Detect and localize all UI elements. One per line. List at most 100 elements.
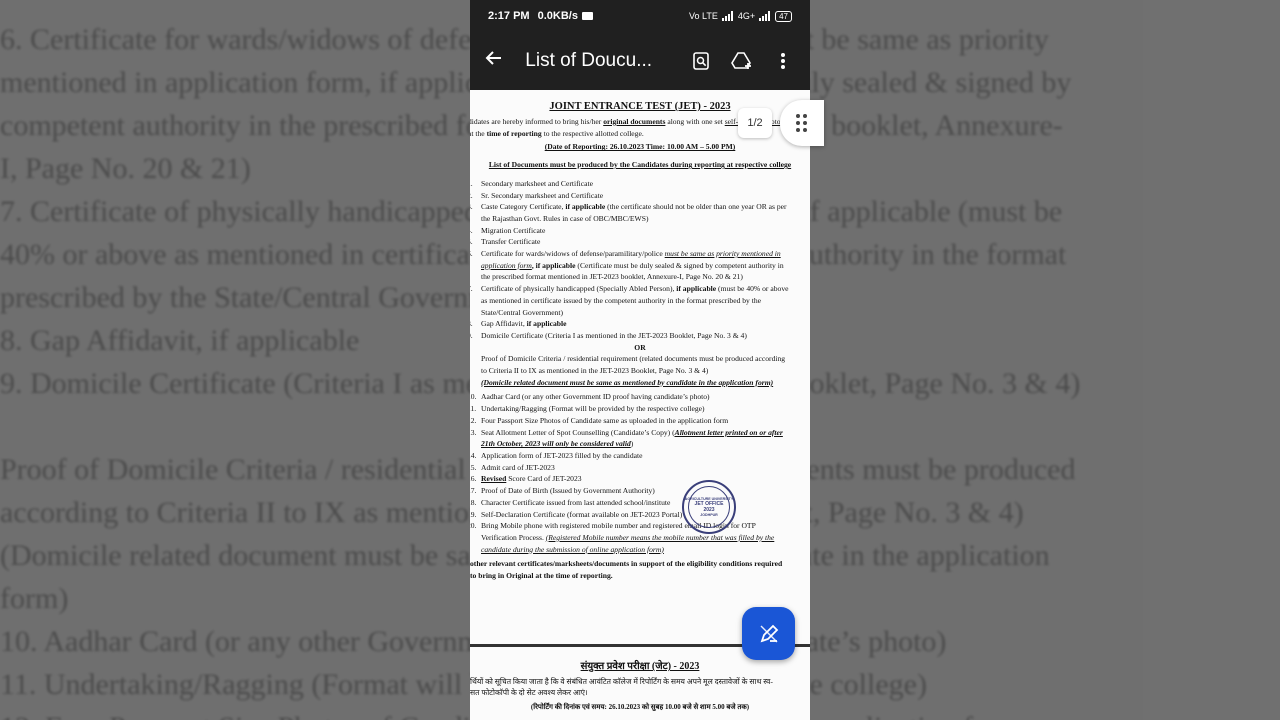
- list-item-text: Undertaking/Ragging (Format will be prov…: [481, 404, 705, 414]
- list-item-bold: , if applicable: [531, 260, 576, 270]
- edit-annotate-button[interactable]: [742, 607, 795, 660]
- list-item-text: Transfer Certificate: [481, 237, 541, 247]
- list-item-number: 8.: [470, 319, 473, 329]
- list-item: 9. Domicile Certificate (Criteria I as me…: [470, 330, 790, 342]
- list-item-number: 13.: [470, 427, 477, 437]
- video-record-icon: [581, 12, 593, 20]
- intro-original-documents: original documents: [603, 117, 666, 126]
- document-list-part-2: 10. Aadhar Card (or any other Government …: [470, 391, 810, 555]
- status-bar: 2:17 PM 0.0KB/s Vo LTE 4G+ 47: [470, 0, 810, 32]
- list-item-pre: Seat Allotment Letter of Spot Counsellin…: [481, 427, 675, 437]
- intro-time-of-reporting: time of reporting: [486, 128, 542, 138]
- list-item-text: Admit card of JET-2023: [481, 462, 555, 472]
- list-item: 15. Admit card of JET-2023: [470, 462, 790, 474]
- signal-icon: [721, 11, 734, 21]
- list-item-text: Four Passport Size Photos of Candidate s…: [481, 415, 729, 425]
- list-item: 3. Caste Category Certificate, if applica…: [470, 201, 790, 224]
- list-item-number: 19.: [470, 509, 477, 519]
- list-item-text: Proof of Date of Birth (Issued by Govern…: [481, 486, 655, 496]
- list-item-number: 6.: [470, 249, 473, 259]
- list-item-text: Character Certificate issued from last a…: [481, 497, 671, 507]
- list-item-text: Sr. Secondary marksheet and Certificate: [481, 190, 604, 200]
- hindi-heading: संयुक्त प्रवेश परीक्षा (जेट) - 2023: [580, 661, 700, 672]
- domicile-proof-text: Proof of Domicile Criteria / residential…: [481, 354, 786, 376]
- list-item-text: Application form of JET-2023 filled by t…: [481, 450, 643, 460]
- hindi-line-2: सत फोटोकॉपी के दो सेट अवश्य लेकर आएं।: [470, 688, 588, 697]
- list-item-number: 1.: [470, 178, 473, 188]
- list-item: 11. Undertaking/Ragging (Format will be p…: [470, 403, 790, 415]
- list-item-post: ): [630, 439, 634, 449]
- list-item-u: Revised: [481, 474, 507, 484]
- intro-text-4: to the respective allotted college.: [543, 128, 644, 138]
- list-item-number: 17.: [470, 486, 477, 496]
- reporting-date: (Date of Reporting: 26.10.2023 Time: 10.…: [544, 142, 736, 152]
- list-item-text: Domicile Certificate (Criteria I as ment…: [481, 330, 747, 340]
- list-item-bold: if applicable: [674, 284, 717, 294]
- list-item-text: Self-Declaration Certificate (format ava…: [481, 509, 683, 519]
- list-item-number: 15.: [470, 462, 477, 472]
- list-item-text: Migration Certificate: [481, 225, 546, 235]
- list-item-pre: Gap Affidavit,: [481, 319, 525, 329]
- university-stamp: AGRICULTURE UNIVERSITY JET OFFICE 2023 J…: [682, 480, 736, 534]
- network-speed: 0.0KB/s: [537, 10, 578, 22]
- hindi-line-1: र्थियों को सूचित किया जाता है कि वे संबं…: [470, 677, 773, 686]
- more-options-icon[interactable]: [771, 48, 796, 74]
- list-item-number: 4.: [470, 225, 473, 235]
- list-item: 4. Migration Certificate: [470, 225, 790, 237]
- intro-text-2: along with one set: [667, 117, 723, 126]
- document-list-part-1: 1. Secondary marksheet and Certificate 2. S…: [470, 178, 810, 342]
- page-grid-button[interactable]: [780, 100, 824, 146]
- volte-icon: Vo LTE: [688, 11, 718, 21]
- search-in-document-icon[interactable]: [688, 48, 713, 74]
- list-item: 17. Proof of Date of Birth (Issued by Gov…: [470, 485, 790, 497]
- pen-edit-icon: [760, 624, 778, 642]
- list-item: 1. Secondary marksheet and Certificate: [470, 178, 790, 190]
- list-item-number: 7.: [470, 284, 473, 294]
- grid-dots-icon: [796, 114, 807, 132]
- domicile-proof-block: Proof of Domicile Criteria / residential…: [470, 353, 810, 388]
- list-item-number: 14.: [470, 450, 477, 460]
- list-item-pre: Certificate for wards/widows of defense/…: [481, 249, 665, 259]
- app-toolbar: List of Doucu...: [470, 32, 810, 90]
- list-item-number: 12.: [470, 415, 477, 425]
- list-item: 14. Application form of JET-2023 filled b…: [470, 450, 790, 462]
- list-item: Proof of Domicile Criteria / residential…: [470, 353, 790, 376]
- status-icons: Vo LTE 4G+ 47: [688, 10, 792, 22]
- list-item-text: Secondary marksheet and Certificate: [481, 178, 593, 188]
- list-item: 12. Four Passport Size Photos of Candidat…: [470, 415, 790, 427]
- back-arrow-icon[interactable]: [484, 48, 513, 74]
- list-item-text: Aadhar Card (or any other Government ID …: [481, 392, 710, 402]
- list-item: 6. Certificate for wards/widows of defens…: [470, 248, 790, 283]
- list-item: 8. Gap Affidavit, if applicable: [470, 318, 790, 330]
- list-heading: List of Documents must be produced by th…: [488, 160, 792, 170]
- list-item-post: Score Card of JET-2023: [506, 474, 582, 484]
- list-item-bold: if applicable: [524, 319, 567, 329]
- domicile-note-text: (Domicile related document must be same …: [481, 377, 774, 387]
- or-separator: OR: [634, 342, 646, 352]
- list-item-number: 5.: [470, 237, 473, 247]
- list-item-number: 9.: [470, 330, 473, 340]
- intro-text-3: at the: [470, 128, 485, 138]
- list-item-number: 11.: [470, 404, 477, 414]
- hindi-paragraph: र्थियों को सूचित किया जाता है कि वे संबं…: [470, 676, 800, 698]
- list-item: 10. Aadhar Card (or any other Government …: [470, 391, 790, 403]
- add-to-drive-icon[interactable]: [729, 48, 754, 74]
- list-item-number: 10.: [470, 392, 477, 402]
- list-item: 16. Revised Score Card of JET-2023: [470, 473, 790, 485]
- status-time: 2:17 PM: [488, 10, 530, 22]
- battery-icon: 47: [775, 10, 792, 22]
- list-item: 2. Sr. Secondary marksheet and Certificat…: [470, 190, 790, 202]
- list-item: 18. Character Certificate issued from las…: [470, 497, 790, 509]
- list-item-number: 20.: [470, 521, 477, 531]
- hindi-reporting-date: (रिपोर्टिंग की दिनांक एवं समय: 26.10.202…: [530, 703, 750, 711]
- list-item-pre: Caste Category Certificate,: [481, 202, 564, 212]
- list-item: 20.Bring Mobile phone with registered mo…: [470, 520, 790, 555]
- list-item: 13. Seat Allotment Letter of Spot Counsel…: [470, 427, 790, 450]
- intro-text-1: didates are hereby informed to bring his…: [470, 117, 602, 126]
- list-item-number: 2.: [470, 190, 473, 200]
- list-item-number: 18.: [470, 497, 477, 507]
- list-item: 5. Transfer Certificate: [470, 236, 790, 248]
- signal-icon-2: [759, 11, 771, 21]
- page-indicator: 1/2: [738, 108, 772, 138]
- list-item-pre: Certificate of physically handicapped (S…: [481, 284, 675, 294]
